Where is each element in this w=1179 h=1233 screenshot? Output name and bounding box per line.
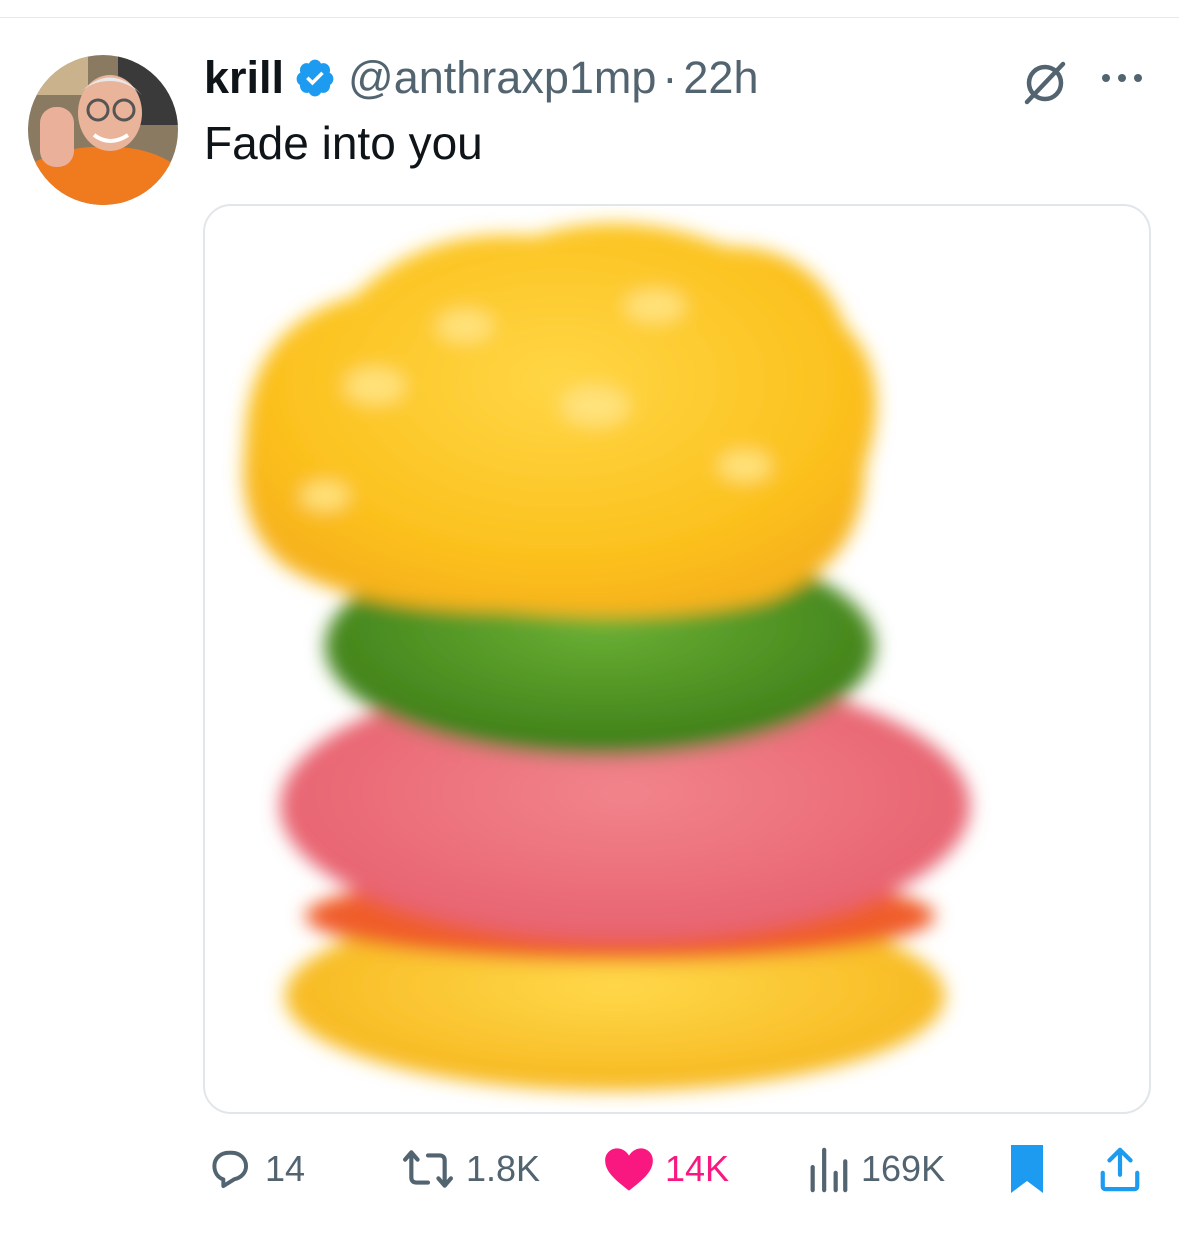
grok-icon[interactable] [1019, 56, 1071, 108]
post-timestamp[interactable]: 22h [683, 52, 758, 104]
post-header: krill @anthraxp1mp · 22h [204, 48, 758, 108]
author-display-name[interactable]: krill [204, 52, 284, 104]
share-button[interactable] [1097, 1138, 1143, 1200]
repost-button[interactable]: 1.8K [400, 1138, 540, 1200]
author-avatar[interactable] [28, 55, 178, 205]
post-media-image[interactable] [203, 204, 1151, 1114]
views-button[interactable]: 169K [805, 1138, 945, 1200]
reply-button[interactable]: 14 [205, 1138, 305, 1200]
views-count: 169K [861, 1148, 946, 1189]
reply-count: 14 [265, 1148, 306, 1189]
reply-icon [205, 1144, 255, 1194]
bookmark-button[interactable] [1006, 1138, 1048, 1200]
top-divider [0, 17, 1179, 18]
repost-icon [400, 1144, 456, 1194]
share-icon [1097, 1143, 1143, 1195]
repost-count: 1.8K [466, 1148, 541, 1189]
separator-dot: · [662, 52, 678, 103]
author-handle[interactable]: @anthraxp1mp [348, 52, 656, 104]
post-text: Fade into you [204, 117, 483, 169]
verified-badge-icon[interactable] [294, 57, 336, 99]
avatar-image [28, 55, 178, 205]
like-icon [603, 1144, 655, 1194]
more-options-icon[interactable] [1098, 66, 1146, 90]
like-count: 14K [665, 1148, 730, 1189]
like-button[interactable]: 14K [603, 1138, 729, 1200]
action-bar: 14 1.8K 14K 169K [0, 1138, 1179, 1200]
views-icon [805, 1144, 851, 1194]
bookmark-icon [1006, 1143, 1048, 1195]
gummy-burger-image [243, 223, 970, 1091]
